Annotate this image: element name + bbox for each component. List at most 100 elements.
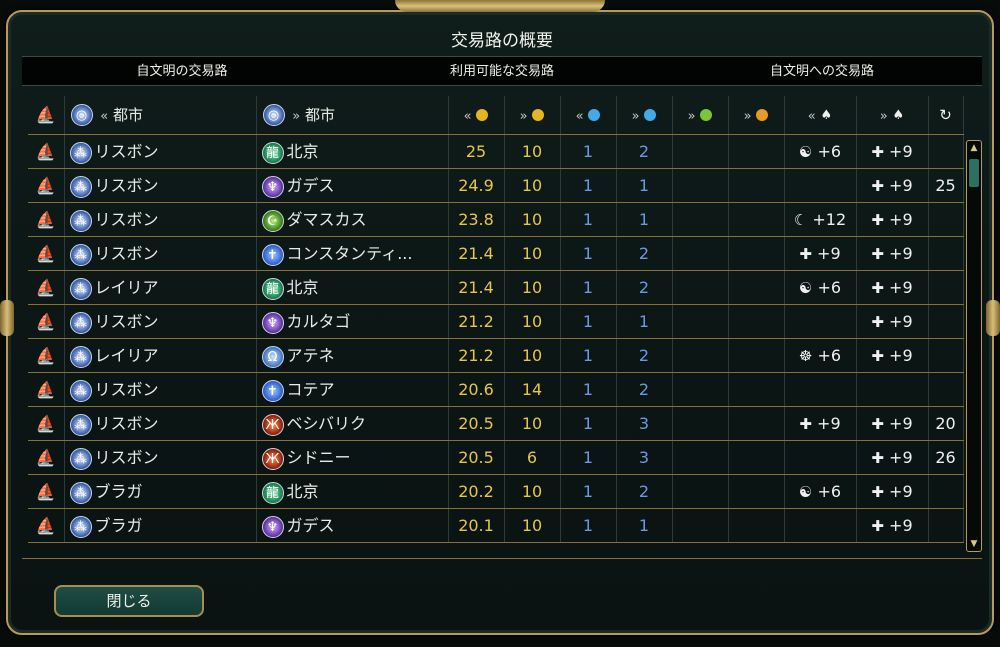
religion-to-value: ✚ +9 bbox=[856, 134, 929, 169]
table-row[interactable]: ⛵ ⁂ レイリア Ω アテネ 21.2 10 1 2 ☸ +6 ✚ +9 bbox=[28, 338, 964, 373]
tab-available-routes[interactable]: 利用可能な交易路 bbox=[342, 57, 662, 85]
religion-to-value: ✚ +9 bbox=[856, 270, 929, 305]
route-ship-icon[interactable]: ⛵ bbox=[28, 168, 65, 203]
portugal-civ-icon: ⁂ bbox=[69, 481, 92, 504]
christianity-icon: ✚ bbox=[871, 448, 884, 467]
table-row[interactable]: ⛵ ⁂ リスボン ✝ コンスタンティ... 21.4 10 1 2 ✚ +9 ✚ +9 bbox=[28, 236, 964, 271]
route-ship-icon[interactable]: ⛵ bbox=[28, 372, 65, 407]
header-gold-from[interactable]: « bbox=[448, 96, 505, 135]
tab-your-routes[interactable]: 自文明の交易路 bbox=[22, 57, 342, 85]
table-row[interactable]: ⛵ ⁂ ブラガ龍北京 20.2 10 1 2 ☯ +6 ✚ +9 bbox=[28, 474, 964, 509]
from-city-name: リスボン bbox=[94, 380, 159, 400]
route-ship-icon[interactable]: ⛵ bbox=[28, 304, 65, 339]
gold-to-value: 10 bbox=[504, 304, 561, 339]
turns-value bbox=[928, 236, 964, 271]
christianity-icon: ✚ bbox=[871, 312, 884, 331]
header-religion-to[interactable]: » ♠ bbox=[856, 96, 929, 135]
route-ship-icon[interactable]: ⛵ bbox=[28, 440, 65, 475]
religion-from-pressure: +12 bbox=[812, 209, 847, 229]
table-row[interactable]: ⛵ ⁂ リスボン Ж シドニー 20.5 6 1 3 ✚ +9 26 bbox=[28, 440, 964, 475]
religion-from-value bbox=[784, 440, 857, 475]
header-ship-icon[interactable]: ⛵ bbox=[28, 96, 65, 135]
to-city-cell: 龍北京 bbox=[256, 134, 449, 169]
science-to-value: 2 bbox=[616, 338, 673, 373]
religion-to-pressure: +9 bbox=[889, 311, 913, 331]
production-value bbox=[728, 134, 785, 169]
header-science-from[interactable]: « bbox=[560, 96, 617, 135]
header-to-city[interactable]: ◎ » 都市 bbox=[256, 96, 449, 135]
religion-from-pressure: +6 bbox=[817, 345, 842, 365]
food-value bbox=[672, 134, 729, 169]
religion-to-pressure: +9 bbox=[889, 175, 913, 195]
route-ship-icon[interactable]: ⛵ bbox=[28, 202, 65, 237]
scroll-up-arrow-icon[interactable]: ▲ bbox=[967, 141, 981, 155]
gold-from-value: 24.9 bbox=[448, 168, 505, 203]
close-button[interactable]: 閉じる bbox=[54, 585, 204, 617]
production-value bbox=[728, 474, 785, 509]
gold-to-value: 10 bbox=[504, 508, 561, 543]
right-frame-knob bbox=[986, 300, 1000, 336]
christianity-icon: ✚ bbox=[871, 414, 884, 433]
food-value bbox=[672, 406, 729, 441]
scroll-thumb[interactable] bbox=[969, 159, 979, 187]
turns-value: 20 bbox=[928, 406, 964, 441]
to-city-name: 北京 bbox=[286, 278, 319, 298]
production-value bbox=[728, 168, 785, 203]
header-production[interactable]: » bbox=[728, 96, 785, 135]
route-ship-icon[interactable]: ⛵ bbox=[28, 406, 65, 441]
header-gold-to[interactable]: » bbox=[504, 96, 561, 135]
scrollbar[interactable]: ▲ ▼ bbox=[966, 140, 982, 552]
to-city-name: ベシバリク bbox=[286, 414, 367, 434]
header-science-to[interactable]: » bbox=[616, 96, 673, 135]
turns-value: 25 bbox=[928, 168, 964, 203]
to-city-name: ダマスカス bbox=[286, 210, 367, 230]
gold-to-value: 6 bbox=[504, 440, 561, 475]
scroll-down-arrow-icon[interactable]: ▼ bbox=[967, 537, 981, 551]
to-city-cell: 龍北京 bbox=[256, 474, 449, 509]
china-civ-icon: 龍 bbox=[261, 141, 284, 164]
religion-to-value: ✚ +9 bbox=[856, 440, 929, 475]
production-value bbox=[728, 508, 785, 543]
arrow-left-icon: « bbox=[100, 108, 109, 124]
header-food[interactable]: » bbox=[672, 96, 729, 135]
science-to-value: 1 bbox=[616, 508, 673, 543]
turns-value bbox=[928, 474, 964, 509]
table-row[interactable]: ⛵ ⁂ レイリア龍北京 21.4 10 1 2 ☯ +6 ✚ +9 bbox=[28, 270, 964, 305]
route-ship-icon[interactable]: ⛵ bbox=[28, 270, 65, 305]
food-value bbox=[672, 372, 729, 407]
religion-to-value: ✚ +9 bbox=[856, 406, 929, 441]
religion-to-pressure: +9 bbox=[889, 481, 913, 501]
to-city-cell: ✝ コテア bbox=[256, 372, 449, 407]
gold-from-value: 25 bbox=[448, 134, 505, 169]
table-row[interactable]: ⛵ ⁂ リスボン Ж ベシバリク 20.5 10 1 3 ✚ +9 ✚ +9 20 bbox=[28, 406, 964, 441]
to-city-name: 北京 bbox=[286, 482, 319, 502]
route-ship-icon[interactable]: ⛵ bbox=[28, 236, 65, 271]
religion-to-pressure: +9 bbox=[889, 277, 913, 297]
table-row[interactable]: ⛵ ⁂ リスボン ✝ コテア 20.6 14 1 2 bbox=[28, 372, 964, 407]
route-ship-icon[interactable]: ⛵ bbox=[28, 134, 65, 169]
science-from-value: 1 bbox=[560, 270, 617, 305]
route-ship-icon[interactable]: ⛵ bbox=[28, 474, 65, 509]
header-from-city[interactable]: ◎ « 都市 bbox=[64, 96, 257, 135]
table-row[interactable]: ⛵ ⁂ リスボン龍北京 25 10 1 2 ☯ +6 ✚ +9 bbox=[28, 134, 964, 169]
to-city-name: カルタゴ bbox=[286, 312, 351, 332]
turns-value bbox=[928, 270, 964, 305]
route-ship-icon[interactable]: ⛵ bbox=[28, 338, 65, 373]
arab-civ-icon: ☪ bbox=[261, 209, 284, 232]
turns-value bbox=[928, 508, 964, 543]
route-ship-icon[interactable]: ⛵ bbox=[28, 508, 65, 543]
tab-routes-to-you[interactable]: 自文明への交易路 bbox=[662, 57, 982, 85]
religion-to-pressure: +9 bbox=[889, 413, 913, 433]
table-row[interactable]: ⛵ ⁂ リスボン ☪ ダマスカス 23.8 10 1 1 ☾ +12 ✚ +9 bbox=[28, 202, 964, 237]
left-frame-knob bbox=[0, 300, 14, 336]
production-value bbox=[728, 372, 785, 407]
table-row[interactable]: ⛵ ⁂ リスボン ♆ ガデス 24.9 10 1 1 ✚ +9 25 bbox=[28, 168, 964, 203]
bottom-panel: 閉じる bbox=[22, 558, 982, 628]
religion-from-value bbox=[784, 304, 857, 339]
header-religion-from[interactable]: « ♠ bbox=[784, 96, 857, 135]
table-row[interactable]: ⛵ ⁂ ブラガ ♆ ガデス 20.1 10 1 1 ✚ +9 bbox=[28, 508, 964, 543]
table-row[interactable]: ⛵ ⁂ リスボン ♆ カルタゴ 21.2 10 1 1 ✚ +9 bbox=[28, 304, 964, 339]
food-value bbox=[672, 304, 729, 339]
header-turns[interactable]: ↻ bbox=[928, 96, 964, 135]
christianity-icon: ✚ bbox=[871, 210, 884, 229]
